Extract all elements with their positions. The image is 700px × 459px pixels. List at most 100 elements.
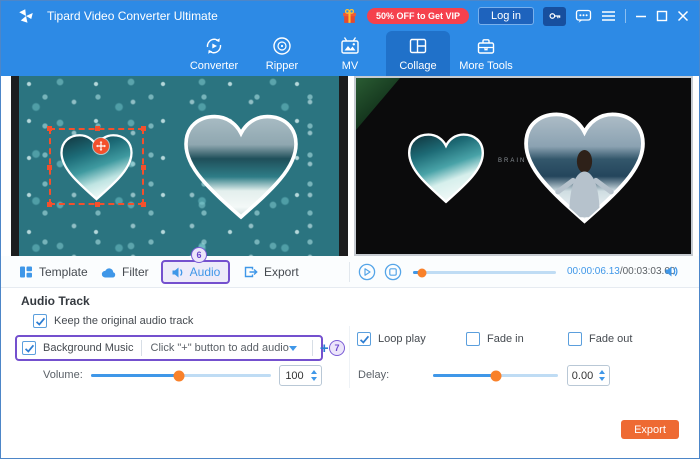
step-badge-6: 6 [191,247,207,263]
collage-cell-heart-large[interactable] [179,113,303,223]
close-icon[interactable] [677,10,689,22]
volume-label: Volume: [43,369,83,381]
tab-label: More Tools [459,60,513,72]
volume-spinbox[interactable]: 100 [279,365,322,386]
chevron-down-icon [289,346,297,351]
app-window: Tipard Video Converter Ultimate 50% OFF … [0,0,700,459]
audio-speaker-icon [171,266,185,279]
titlebar-divider [625,9,626,23]
background-music-checkbox[interactable] [22,341,36,355]
resize-handle[interactable] [47,165,52,170]
step-badge-7: 7 [329,340,345,356]
divider [312,340,313,356]
divider [141,340,142,356]
main-nav: Converter Ripper MV Collage [1,31,699,76]
export-button[interactable]: Export [621,420,679,439]
template-tool[interactable]: Template [19,256,88,288]
panel-divider [349,326,350,388]
playhead-knob[interactable] [417,268,426,277]
mv-icon [339,35,361,57]
ripper-icon [271,35,293,57]
feedback-chat-icon[interactable] [575,9,592,24]
minimize-icon[interactable] [635,10,647,22]
tab-more-tools[interactable]: More Tools [454,31,518,76]
export-tool[interactable]: Export [243,256,299,288]
fade-in-checkbox[interactable] [466,332,480,346]
audio-label: Audio [190,265,221,279]
keep-original-label: Keep the original audio track [54,315,193,327]
collage-toolbar: Template Filter Audio 6 Export [1,256,699,288]
filter-tool[interactable]: Filter [101,256,149,288]
section-title: Audio Track [21,294,90,308]
tab-label: Collage [399,60,436,72]
preview-volume-icon[interactable] [664,265,678,283]
register-key-icon[interactable] [543,7,566,26]
background-music-box: Background Music Click "+" button to add… [15,335,323,361]
tab-collage[interactable]: Collage [386,31,450,76]
stop-button[interactable] [384,263,402,281]
delay-label: Delay: [358,369,389,381]
export-tab-icon [243,265,258,279]
app-title: Tipard Video Converter Ultimate [47,9,218,23]
playback-timeline-slider[interactable] [413,271,556,274]
vip-offer-badge[interactable]: 50% OFF to Get VIP [367,8,469,24]
resize-handle[interactable] [141,126,146,131]
tab-label: Converter [190,60,238,72]
resize-handle[interactable] [95,126,100,131]
tab-mv[interactable]: MV [318,31,382,76]
tipard-logo-icon [17,7,35,25]
current-time: 00:00:06.13 [567,266,620,277]
keep-original-checkbox[interactable] [33,314,47,328]
fade-in-row: Fade in [466,332,524,346]
tab-converter[interactable]: Converter [182,31,246,76]
loop-play-label: Loop play [378,333,426,345]
resize-handle[interactable] [47,126,52,131]
toolbar-divider [349,262,350,282]
tab-label: Ripper [266,60,298,72]
resize-handle[interactable] [47,202,52,207]
converter-icon [203,35,225,57]
play-button[interactable] [358,263,376,281]
collage-edit-canvas[interactable] [11,76,348,256]
preview-area: BRAIN [1,76,699,256]
fade-out-checkbox[interactable] [568,332,582,346]
fade-out-label: Fade out [589,333,632,345]
background-music-label: Background Music [43,342,134,354]
delay-value: 0.00 [568,370,597,382]
loop-play-checkbox[interactable] [357,332,371,346]
maximize-icon[interactable] [656,10,668,22]
move-handle[interactable] [93,138,109,154]
title-bar: Tipard Video Converter Ultimate 50% OFF … [1,1,699,31]
volume-stepper[interactable] [309,370,321,381]
filter-label: Filter [122,265,149,279]
playback-time: 00:00:06.13/00:03:03.00 [567,266,675,277]
resize-handle[interactable] [141,165,146,170]
delay-spinbox[interactable]: 0.00 [567,365,610,386]
fade-in-label: Fade in [487,333,524,345]
delay-knob[interactable] [490,370,501,381]
audio-tool-active[interactable]: Audio [161,260,230,284]
loop-play-row: Loop play [357,332,426,346]
export-tab-label: Export [264,265,299,279]
tab-label: MV [342,60,359,72]
menu-hamburger-icon[interactable] [601,10,616,22]
video-preview-panel[interactable]: BRAIN [354,76,693,256]
login-button[interactable]: Log in [478,7,534,25]
volume-slider[interactable] [91,374,271,377]
add-audio-button[interactable]: + [320,340,329,357]
resize-handle[interactable] [141,202,146,207]
toolbox-icon [475,35,497,57]
gift-icon[interactable] [341,8,358,25]
keep-original-row: Keep the original audio track [33,314,193,328]
delay-slider[interactable] [433,374,558,377]
template-label: Template [39,265,88,279]
collage-icon [407,35,429,57]
audio-file-dropdown[interactable]: Click "+" button to add audio [149,338,305,358]
volume-knob[interactable] [174,370,185,381]
fade-out-row: Fade out [568,332,632,346]
filter-icon [101,266,116,279]
video-corner-graphic [356,78,400,130]
delay-stepper[interactable] [597,370,609,381]
tab-ripper[interactable]: Ripper [250,31,314,76]
template-icon [19,265,33,279]
